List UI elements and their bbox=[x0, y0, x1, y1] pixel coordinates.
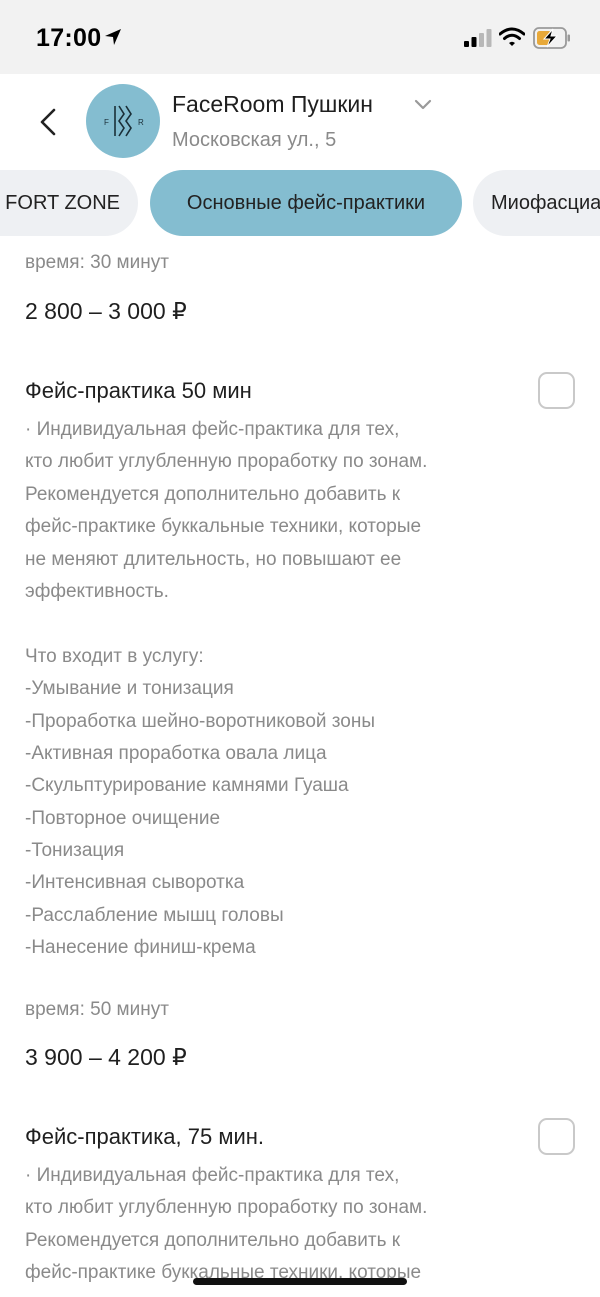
service-description: · Индивидуальная фейс-практика для тех, … bbox=[25, 1160, 525, 1290]
tab-main-face-practices[interactable]: Основные фейс-практики bbox=[150, 170, 462, 236]
service-select-checkbox[interactable] bbox=[538, 372, 575, 409]
status-bar: 17:00 bbox=[0, 0, 600, 74]
salon-logo-avatar: F R bbox=[86, 84, 160, 158]
description-line: кто любит углубленную проработку по зона… bbox=[25, 1197, 428, 1219]
description-line: эффективность. bbox=[25, 580, 169, 602]
description-line: -Нанесение финиш-крема bbox=[25, 937, 256, 959]
service-select-checkbox[interactable] bbox=[538, 1118, 575, 1155]
description-line: Рекомендуется дополнительно добавить к bbox=[25, 1229, 401, 1251]
svg-text:R: R bbox=[138, 118, 144, 127]
service-time: время: 50 минут bbox=[25, 999, 169, 1020]
services-list: время: 30 минут 2 800 – 3 000 ₽ Фейс-пра… bbox=[0, 238, 600, 1297]
salon-name[interactable]: FaceRoom Пушкин bbox=[172, 91, 373, 118]
home-indicator[interactable] bbox=[193, 1278, 407, 1285]
wifi-icon bbox=[499, 27, 525, 46]
location-arrow-icon bbox=[105, 29, 121, 45]
description-line: -Активная проработка овала лица bbox=[25, 742, 327, 764]
prev-service-time: время: 30 минут bbox=[25, 252, 169, 273]
description-line: кто любит углубленную проработку по зона… bbox=[25, 451, 428, 473]
description-line: Что входит в услугу: bbox=[25, 645, 204, 667]
salon-logo-icon: F R bbox=[104, 105, 144, 137]
service-title[interactable]: Фейс-практика 50 мин bbox=[25, 378, 252, 404]
description-line: -Повторное очищение bbox=[25, 807, 221, 829]
description-line: фейс-практике буккальные техники, которы… bbox=[25, 516, 422, 538]
description-line bbox=[25, 608, 525, 640]
cellular-signal-icon bbox=[464, 29, 492, 47]
tab-label: Основные фейс-практики bbox=[186, 191, 426, 214]
description-line: -Проработка шейно-воротниковой зоны bbox=[25, 710, 375, 732]
description-line: -Умывание и тонизация bbox=[25, 678, 234, 700]
status-time: 17:00 bbox=[36, 24, 102, 52]
chevron-down-icon[interactable] bbox=[414, 98, 432, 112]
description-line: · Индивидуальная фейс-практика для тех, bbox=[25, 1165, 400, 1186]
service-description: · Индивидуальная фейс-практика для тех, … bbox=[25, 414, 525, 965]
description-line: -Расслабление мышц головы bbox=[25, 904, 284, 926]
description-line: · Индивидуальная фейс-практика для тех, bbox=[25, 419, 400, 440]
tab-label: FORT ZONE bbox=[5, 191, 120, 214]
tab-myofascial[interactable]: Миофасциальный bbox=[473, 170, 600, 236]
service-price: 3 900 – 4 200 ₽ bbox=[25, 1044, 187, 1070]
description-line: -Тонизация bbox=[25, 840, 125, 862]
category-tabs: FORT ZONE Основные фейс-практики Миофасц… bbox=[0, 170, 600, 238]
prev-service-price: 2 800 – 3 000 ₽ bbox=[25, 298, 187, 324]
tab-label: Миофасциальный bbox=[491, 191, 600, 214]
back-chevron-icon[interactable] bbox=[34, 106, 62, 138]
salon-address: Московская ул., 5 bbox=[172, 129, 337, 151]
description-line: -Интенсивная сыворотка bbox=[25, 872, 245, 894]
salon-header: F R FaceRoom Пушкин Московская ул., 5 bbox=[0, 74, 600, 170]
service-title[interactable]: Фейс-практика, 75 мин. bbox=[25, 1124, 264, 1150]
battery-charging-icon bbox=[533, 27, 570, 49]
description-line: -Скульптурирование камнями Гуаша bbox=[25, 775, 349, 797]
svg-text:F: F bbox=[104, 118, 109, 127]
description-line: не меняют длительность, но повышают ее bbox=[25, 548, 402, 570]
tab-fort-zone[interactable]: FORT ZONE bbox=[0, 170, 138, 236]
description-line: Рекомендуется дополнительно добавить к bbox=[25, 483, 401, 505]
